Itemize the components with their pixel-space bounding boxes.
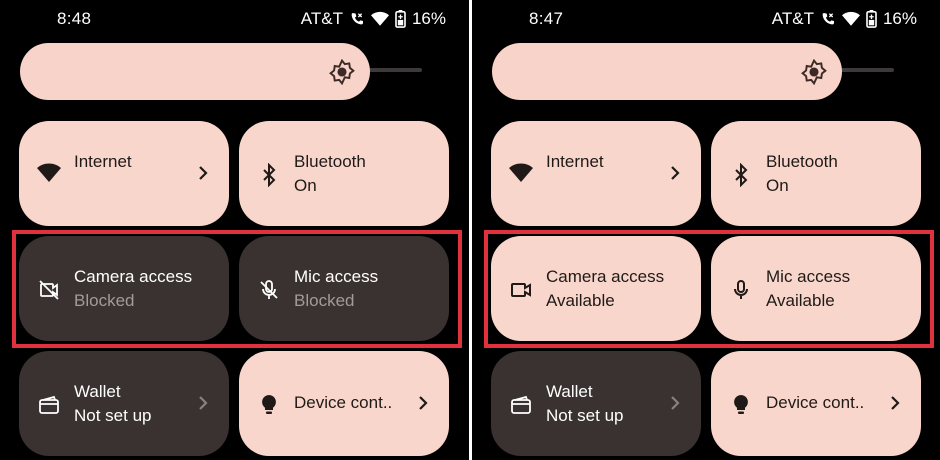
device-controls-title: Device cont..	[766, 393, 865, 412]
status-right-group: AT&T 16%	[301, 9, 446, 29]
lightbulb-icon	[257, 393, 281, 417]
status-bar: 8:48 AT&T 16%	[0, 0, 469, 36]
wallet-title: Wallet	[546, 382, 593, 401]
wallet-title: Wallet	[74, 382, 121, 401]
brightness-icon	[329, 58, 355, 90]
bluetooth-tile[interactable]: Bluetooth On	[239, 121, 449, 226]
lightbulb-icon	[729, 393, 753, 417]
brightness-slider[interactable]	[492, 43, 842, 100]
chevron-right-icon	[669, 165, 681, 186]
highlight-box	[484, 230, 934, 348]
wifi-icon	[509, 163, 533, 187]
wallet-tile[interactable]: Wallet Not set up	[491, 351, 701, 456]
wallet-status: Not set up	[74, 406, 152, 425]
status-bar: 8:47 AT&T 16%	[472, 0, 940, 36]
bluetooth-status: On	[766, 176, 789, 195]
wallet-icon	[37, 393, 61, 417]
wallet-status: Not set up	[546, 406, 624, 425]
chevron-right-icon	[889, 395, 901, 416]
bluetooth-icon	[257, 163, 281, 187]
device-controls-tile[interactable]: Device cont..	[711, 351, 921, 456]
bluetooth-title: Bluetooth	[294, 152, 366, 171]
bluetooth-icon	[729, 163, 753, 187]
status-right-group: AT&T 16%	[772, 9, 917, 29]
carrier-label: AT&T	[771, 9, 814, 28]
device-controls-title: Device cont..	[294, 393, 393, 412]
carrier-label: AT&T	[300, 9, 343, 28]
brightness-icon	[801, 58, 827, 90]
wifi-calling-icon	[820, 11, 836, 27]
bluetooth-tile[interactable]: Bluetooth On	[711, 121, 921, 226]
battery-saver-icon	[395, 10, 406, 28]
bluetooth-status: On	[294, 176, 317, 195]
internet-title: Internet	[74, 152, 132, 171]
right-phone-screen: 8:47 AT&T 16% Internet Bluetooth On Came…	[472, 0, 940, 460]
left-phone-screen: 8:48 AT&T 16% Internet Bluetooth On Came…	[0, 0, 469, 460]
battery-percent: 16%	[411, 9, 446, 28]
wallet-tile[interactable]: Wallet Not set up	[19, 351, 229, 456]
chevron-right-icon	[669, 395, 681, 416]
wifi-calling-icon	[349, 11, 365, 27]
device-controls-tile[interactable]: Device cont..	[239, 351, 449, 456]
wallet-icon	[509, 393, 533, 417]
battery-saver-icon	[866, 10, 877, 28]
bluetooth-title: Bluetooth	[766, 152, 838, 171]
wifi-status-icon	[841, 11, 860, 27]
chevron-right-icon	[197, 395, 209, 416]
wifi-status-icon	[370, 11, 389, 27]
status-time: 8:48	[57, 9, 92, 28]
status-time: 8:47	[529, 9, 564, 28]
battery-percent: 16%	[882, 9, 917, 28]
wifi-icon	[37, 163, 61, 187]
chevron-right-icon	[417, 395, 429, 416]
brightness-slider[interactable]	[20, 43, 370, 100]
internet-title: Internet	[546, 152, 604, 171]
chevron-right-icon	[197, 165, 209, 186]
internet-tile[interactable]: Internet	[491, 121, 701, 226]
highlight-box	[12, 230, 462, 348]
internet-tile[interactable]: Internet	[19, 121, 229, 226]
